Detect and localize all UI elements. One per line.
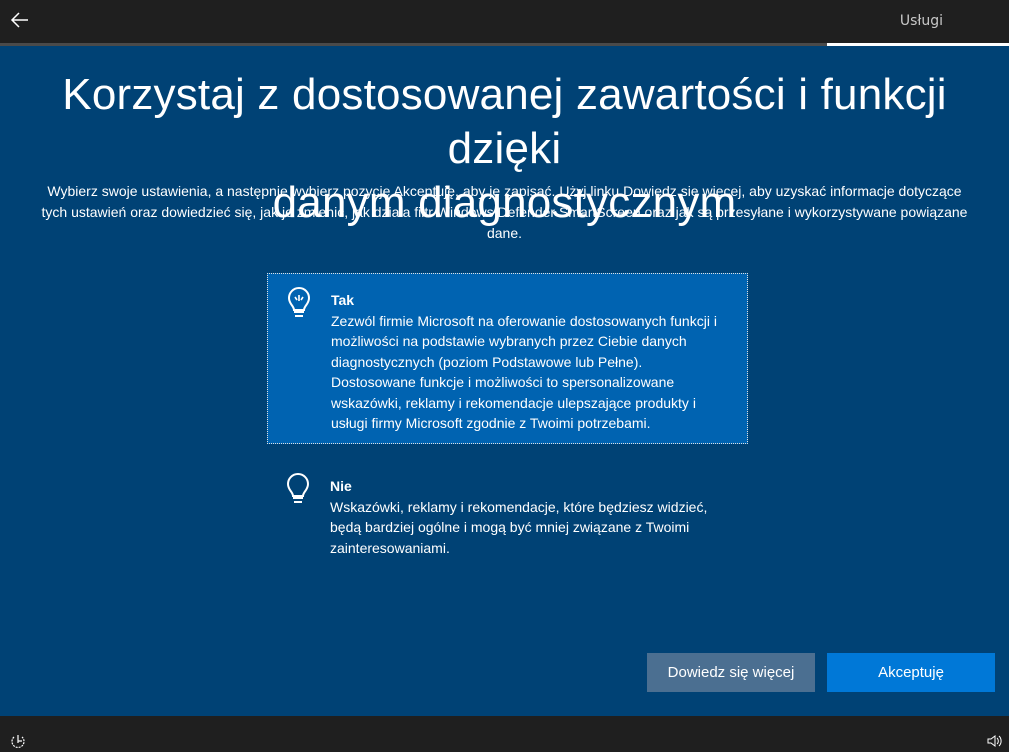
option-yes-label: Tak — [331, 292, 355, 308]
option-no-text: Wskazówki, reklamy i rekomendacje, które… — [330, 498, 708, 556]
step-label: Usługi — [899, 13, 943, 29]
volume-icon[interactable] — [986, 733, 1002, 749]
title-line-1: Korzystaj z dostosowanej zawartości i fu… — [62, 70, 947, 173]
option-no[interactable]: Nie Wskazówki, reklamy i rekomendacje, k… — [267, 460, 748, 556]
description: Wybierz swoje ustawienia, a następnie wy… — [41, 183, 968, 241]
lightbulb-on-icon — [287, 287, 311, 317]
option-yes[interactable]: Tak Zezwól firmie Microsoft na oferowani… — [267, 273, 748, 444]
progress-bar — [0, 43, 1009, 46]
learn-more-button[interactable]: Dowiedz się więcej — [647, 653, 815, 692]
top-bar: Usługi — [0, 0, 1009, 43]
option-no-label: Nie — [330, 478, 352, 494]
progress-fill — [827, 43, 1009, 46]
lightbulb-off-icon — [286, 473, 310, 503]
accept-button[interactable]: Akceptuję — [827, 653, 995, 692]
back-arrow-icon[interactable] — [8, 8, 32, 32]
option-yes-text: Zezwól firmie Microsoft na oferowanie do… — [331, 312, 717, 432]
bottom-bar — [0, 716, 1009, 752]
accessibility-icon[interactable] — [10, 733, 26, 749]
